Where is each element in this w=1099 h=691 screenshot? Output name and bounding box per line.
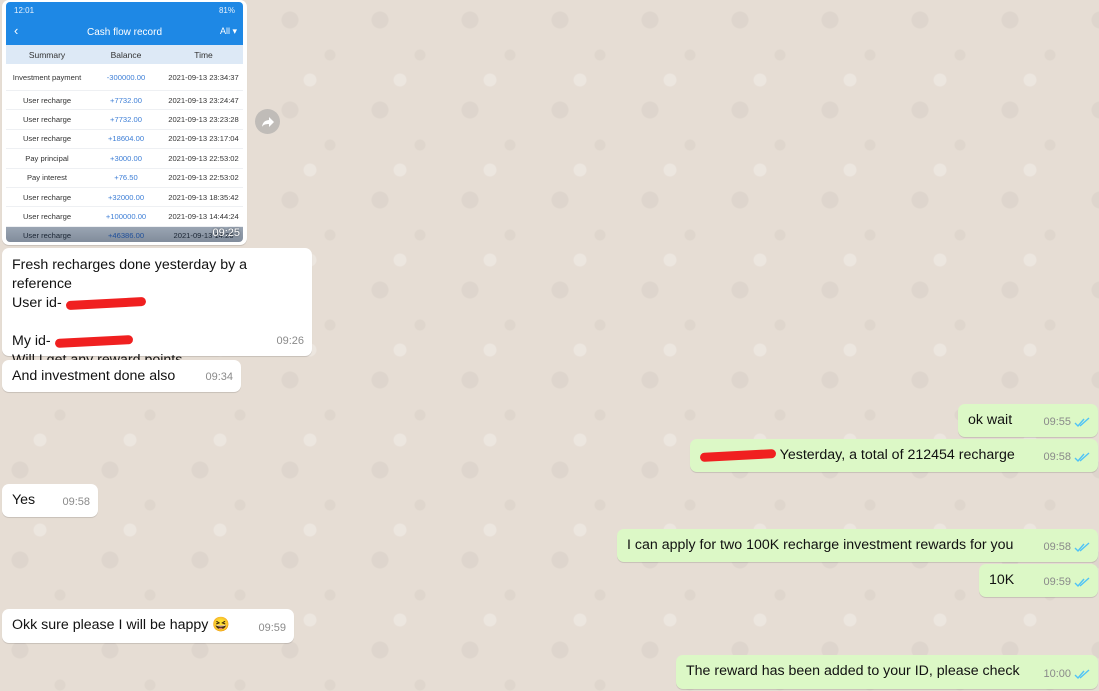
outgoing-message[interactable]: ok wait 09:55 <box>958 404 1098 437</box>
message-text: I can apply for two 100K recharge invest… <box>627 537 1014 553</box>
app-header: ‹ Cash flow record All ▾ <box>6 19 243 45</box>
incoming-message[interactable]: Okk sure please I will be happy 😆 09:59 <box>2 609 294 643</box>
outgoing-message[interactable]: I can apply for two 100K recharge invest… <box>617 529 1098 562</box>
message-time: 09:59 <box>258 622 286 634</box>
filter-dropdown: All ▾ <box>219 26 237 36</box>
table-row: User recharge +100000.00 2021-09-13 14:44:… <box>6 207 243 227</box>
table-row: User recharge +46386.00 2021-09-13 14:26 <box>6 226 243 242</box>
status-battery: 81% <box>218 6 235 15</box>
message-time: 09:58 <box>62 496 90 508</box>
message-time: 09:59 <box>1043 576 1071 588</box>
redacted-user-id <box>699 448 777 462</box>
status-time: 12:01 <box>14 6 35 15</box>
read-ticks-icon <box>1074 669 1090 680</box>
message-time: 09:58 <box>1043 451 1071 463</box>
redacted-user-id <box>65 296 146 310</box>
table-row: User recharge +7732.00 2021-09-13 23:24:47 <box>6 91 243 111</box>
cash-flow-screenshot: 12:01 81% ‹ Cash flow record All ▾ Summa… <box>6 2 243 242</box>
back-arrow-icon: ‹ <box>14 23 19 38</box>
message-text: My id- <box>12 332 302 351</box>
table-row: Investment payment -300000.00 2021-09-13 2… <box>6 64 243 91</box>
message-time: 09:58 <box>1043 541 1071 553</box>
read-ticks-icon <box>1074 417 1090 428</box>
forward-button[interactable] <box>255 109 280 134</box>
forward-icon <box>261 116 274 127</box>
message-time: 09:25 <box>212 227 240 239</box>
incoming-message[interactable]: And investment done also 09:34 <box>2 360 241 392</box>
message-time: 09:34 <box>205 371 233 383</box>
outgoing-message[interactable]: 10K 09:59 <box>979 564 1098 597</box>
message-text: Yesterday, a total of 212454 recharge <box>690 439 1098 472</box>
outgoing-message[interactable]: Yesterday, a total of 212454 recharge 09… <box>690 439 1098 472</box>
column-balance: Balance <box>110 49 142 60</box>
table-row: Pay interest +76.50 2021-09-13 22:53:02 <box>6 169 243 188</box>
incoming-message[interactable]: Yes 09:58 <box>2 484 98 517</box>
message-text: Okk sure please I will be happy 😆 <box>12 617 230 633</box>
message-time: 10:00 <box>1043 668 1071 680</box>
table-row: User recharge +32000.00 2021-09-13 18:35:4… <box>6 188 243 208</box>
read-ticks-icon <box>1074 577 1090 588</box>
column-summary: Summary <box>28 49 66 60</box>
table-row: User recharge +7732.00 2021-09-13 23:23:28 <box>6 110 243 130</box>
message-time: 09:55 <box>1043 416 1071 428</box>
read-ticks-icon <box>1074 452 1090 463</box>
incoming-message[interactable]: Fresh recharges done yesterday by a refe… <box>2 248 312 368</box>
table-header: Summary Balance Time <box>6 45 243 64</box>
outgoing-message[interactable]: The reward has been added to your ID, pl… <box>676 655 1098 689</box>
message-text: Fresh recharges done yesterday by a refe… <box>12 257 248 292</box>
message-text: The reward has been added to your ID, pl… <box>686 663 1020 679</box>
phone-status-bar: 12:01 81% <box>6 2 243 19</box>
column-time: Time <box>194 49 213 60</box>
table-row: User recharge +18604.00 2021-09-13 23:17:0… <box>6 130 243 150</box>
message-time: 09:26 <box>276 335 304 347</box>
message-text: User id- <box>12 294 302 313</box>
table-row: Pay principal +3000.00 2021-09-13 22:53:02 <box>6 149 243 169</box>
read-ticks-icon <box>1074 542 1090 553</box>
laughing-emoji-icon: 😆 <box>212 617 230 633</box>
app-title: Cash flow record <box>86 26 163 38</box>
image-message[interactable]: 12:01 81% ‹ Cash flow record All ▾ Summa… <box>2 0 247 245</box>
redacted-my-id <box>54 334 133 348</box>
